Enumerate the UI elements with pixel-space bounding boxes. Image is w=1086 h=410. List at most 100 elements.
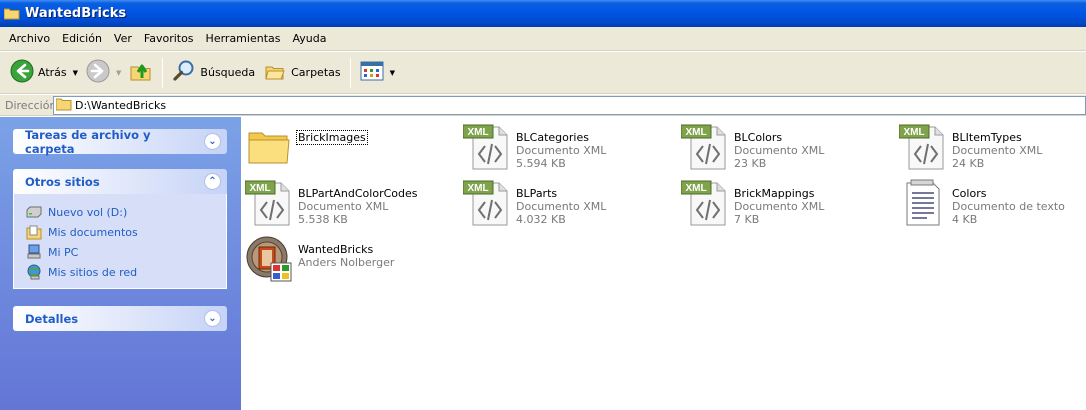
app-icon	[245, 235, 293, 283]
other-places-panel: Otros sitios ⌃ Nuevo vol (D:) Mis docume…	[13, 169, 227, 289]
file-tasks-header[interactable]: Tareas de archivo y carpeta ⌄	[13, 127, 227, 156]
file-name: BLColors	[734, 131, 783, 144]
my-computer-icon	[26, 244, 42, 260]
file-tile-blcategories[interactable]: XML BLCategories Documento XML 5.594 KB	[462, 123, 673, 175]
title-bar[interactable]: WantedBricks	[0, 0, 1086, 27]
folders-icon	[263, 59, 287, 86]
file-type: Documento XML	[734, 200, 825, 213]
file-tile-brickimages[interactable]: BrickImages	[245, 123, 455, 175]
file-tasks-panel: Tareas de archivo y carpeta ⌄	[13, 127, 227, 156]
xml-badge: XML	[903, 127, 924, 138]
file-name: BrickImages	[296, 130, 368, 145]
forward-dropdown-icon[interactable]: ▼	[116, 69, 121, 77]
file-author: Anders Nolberger	[298, 256, 395, 269]
collapse-icon[interactable]: ⌃	[204, 173, 221, 190]
sidebar-item-label: Nuevo vol (D:)	[48, 205, 128, 219]
toolbar: Atrás ▼ ▼ Búsqueda Carpetas ▼	[0, 52, 1086, 94]
file-name: BLParts	[516, 187, 558, 200]
file-type: Documento XML	[734, 144, 825, 157]
back-dropdown-icon[interactable]: ▼	[73, 69, 78, 77]
file-tile-blparts[interactable]: XML BLParts Documento XML 4.032 KB	[462, 179, 673, 231]
file-type: Documento XML	[516, 200, 607, 213]
up-folder-icon	[129, 59, 153, 86]
menu-bar: Archivo Edición Ver Favoritos Herramient…	[0, 27, 1086, 51]
folder-icon	[245, 123, 293, 171]
sidebar-item-label: Mis sitios de red	[48, 265, 138, 279]
up-folder-button[interactable]	[125, 56, 157, 90]
file-type: Documento XML	[952, 144, 1043, 157]
file-name: Colors	[952, 187, 987, 200]
forward-arrow-icon	[86, 59, 110, 86]
task-pane: Tareas de archivo y carpeta ⌄ Otros siti…	[0, 117, 241, 410]
xml-badge: XML	[685, 127, 706, 138]
folders-button[interactable]: Carpetas	[259, 56, 344, 90]
sidebar-item-label: Mis documentos	[48, 225, 138, 239]
menu-herramientas[interactable]: Herramientas	[200, 32, 287, 45]
xml-file-icon: XML	[462, 179, 511, 227]
details-title: Detalles	[25, 311, 79, 326]
sidebar-item-nuevo-vol[interactable]: Nuevo vol (D:)	[26, 202, 226, 222]
sidebar-item-mis-sitios-de-red[interactable]: Mis sitios de red	[26, 262, 226, 282]
file-tile-blpartandcolorcodes[interactable]: XML BLPartAndColorCodes Documento XML 5.…	[244, 179, 455, 231]
file-size: 24 KB	[952, 157, 985, 170]
search-label: Búsqueda	[200, 66, 256, 79]
other-places-body: Nuevo vol (D:) Mis documentos Mi PC Mis …	[13, 194, 227, 289]
search-button[interactable]: Búsqueda	[168, 56, 259, 90]
xml-file-icon: XML	[898, 123, 947, 171]
search-icon	[172, 59, 196, 86]
file-size: 5.594 KB	[516, 157, 566, 170]
window-title: WantedBricks	[25, 6, 127, 21]
back-label: Atrás	[38, 66, 67, 79]
details-header[interactable]: Detalles ⌄	[13, 306, 227, 331]
file-type: Documento de texto	[952, 200, 1065, 213]
toolbar-separator	[349, 57, 351, 88]
expand-icon[interactable]: ⌄	[204, 133, 221, 150]
file-tile-colors[interactable]: Colors Documento de texto 4 KB	[899, 179, 1086, 231]
details-panel: Detalles ⌄	[13, 306, 227, 331]
menu-ayuda[interactable]: Ayuda	[286, 32, 332, 45]
sidebar-item-mi-pc[interactable]: Mi PC	[26, 242, 226, 262]
menu-ver[interactable]: Ver	[108, 32, 138, 45]
file-type: Documento XML	[516, 144, 607, 157]
menu-favoritos[interactable]: Favoritos	[138, 32, 200, 45]
file-name: BLCategories	[516, 131, 589, 144]
folder-icon	[55, 97, 72, 114]
views-icon	[360, 61, 384, 84]
xml-badge: XML	[467, 183, 488, 194]
xml-badge: XML	[249, 183, 270, 194]
file-name: WantedBricks	[298, 243, 374, 256]
file-tile-blitemtypes[interactable]: XML BLItemTypes Documento XML 24 KB	[898, 123, 1086, 175]
expand-icon[interactable]: ⌄	[204, 310, 221, 327]
toolbar-separator	[162, 57, 164, 88]
folders-label: Carpetas	[291, 66, 341, 79]
views-button[interactable]: ▼	[356, 56, 399, 90]
sidebar-item-label: Mi PC	[48, 245, 79, 259]
file-tile-brickmappings[interactable]: XML BrickMappings Documento XML 7 KB	[680, 179, 891, 231]
drive-icon	[26, 204, 42, 220]
file-size: 4.032 KB	[516, 213, 566, 226]
file-size: 23 KB	[734, 157, 767, 170]
menu-edicion[interactable]: Edición	[56, 32, 108, 45]
file-list-area: BrickImages XML BLCategories Documento X…	[241, 117, 1086, 410]
back-arrow-icon	[10, 59, 34, 86]
address-label: Dirección	[5, 98, 57, 112]
sidebar-item-mis-documentos[interactable]: Mis documentos	[26, 222, 226, 242]
file-size: 5.538 KB	[298, 213, 348, 226]
file-size: 4 KB	[952, 213, 978, 226]
address-input[interactable]: D:\WantedBricks	[53, 95, 1086, 115]
menu-archivo[interactable]: Archivo	[3, 32, 56, 45]
folder-icon	[4, 7, 20, 20]
file-size: 7 KB	[734, 213, 760, 226]
back-button[interactable]: Atrás ▼	[6, 56, 82, 90]
other-places-header[interactable]: Otros sitios ⌃	[13, 169, 227, 194]
file-name: BLPartAndColorCodes	[298, 187, 418, 200]
xml-file-icon: XML	[244, 179, 293, 227]
views-dropdown-icon[interactable]: ▼	[390, 69, 395, 77]
xml-file-icon: XML	[680, 123, 729, 171]
file-tile-blcolors[interactable]: XML BLColors Documento XML 23 KB	[680, 123, 891, 175]
file-tile-wantedbricks[interactable]: WantedBricks Anders Nolberger	[245, 235, 455, 287]
address-path: D:\WantedBricks	[75, 98, 167, 112]
file-tasks-title: Tareas de archivo y carpeta	[25, 127, 151, 156]
xml-badge: XML	[685, 183, 706, 194]
forward-button[interactable]: ▼	[82, 56, 125, 90]
